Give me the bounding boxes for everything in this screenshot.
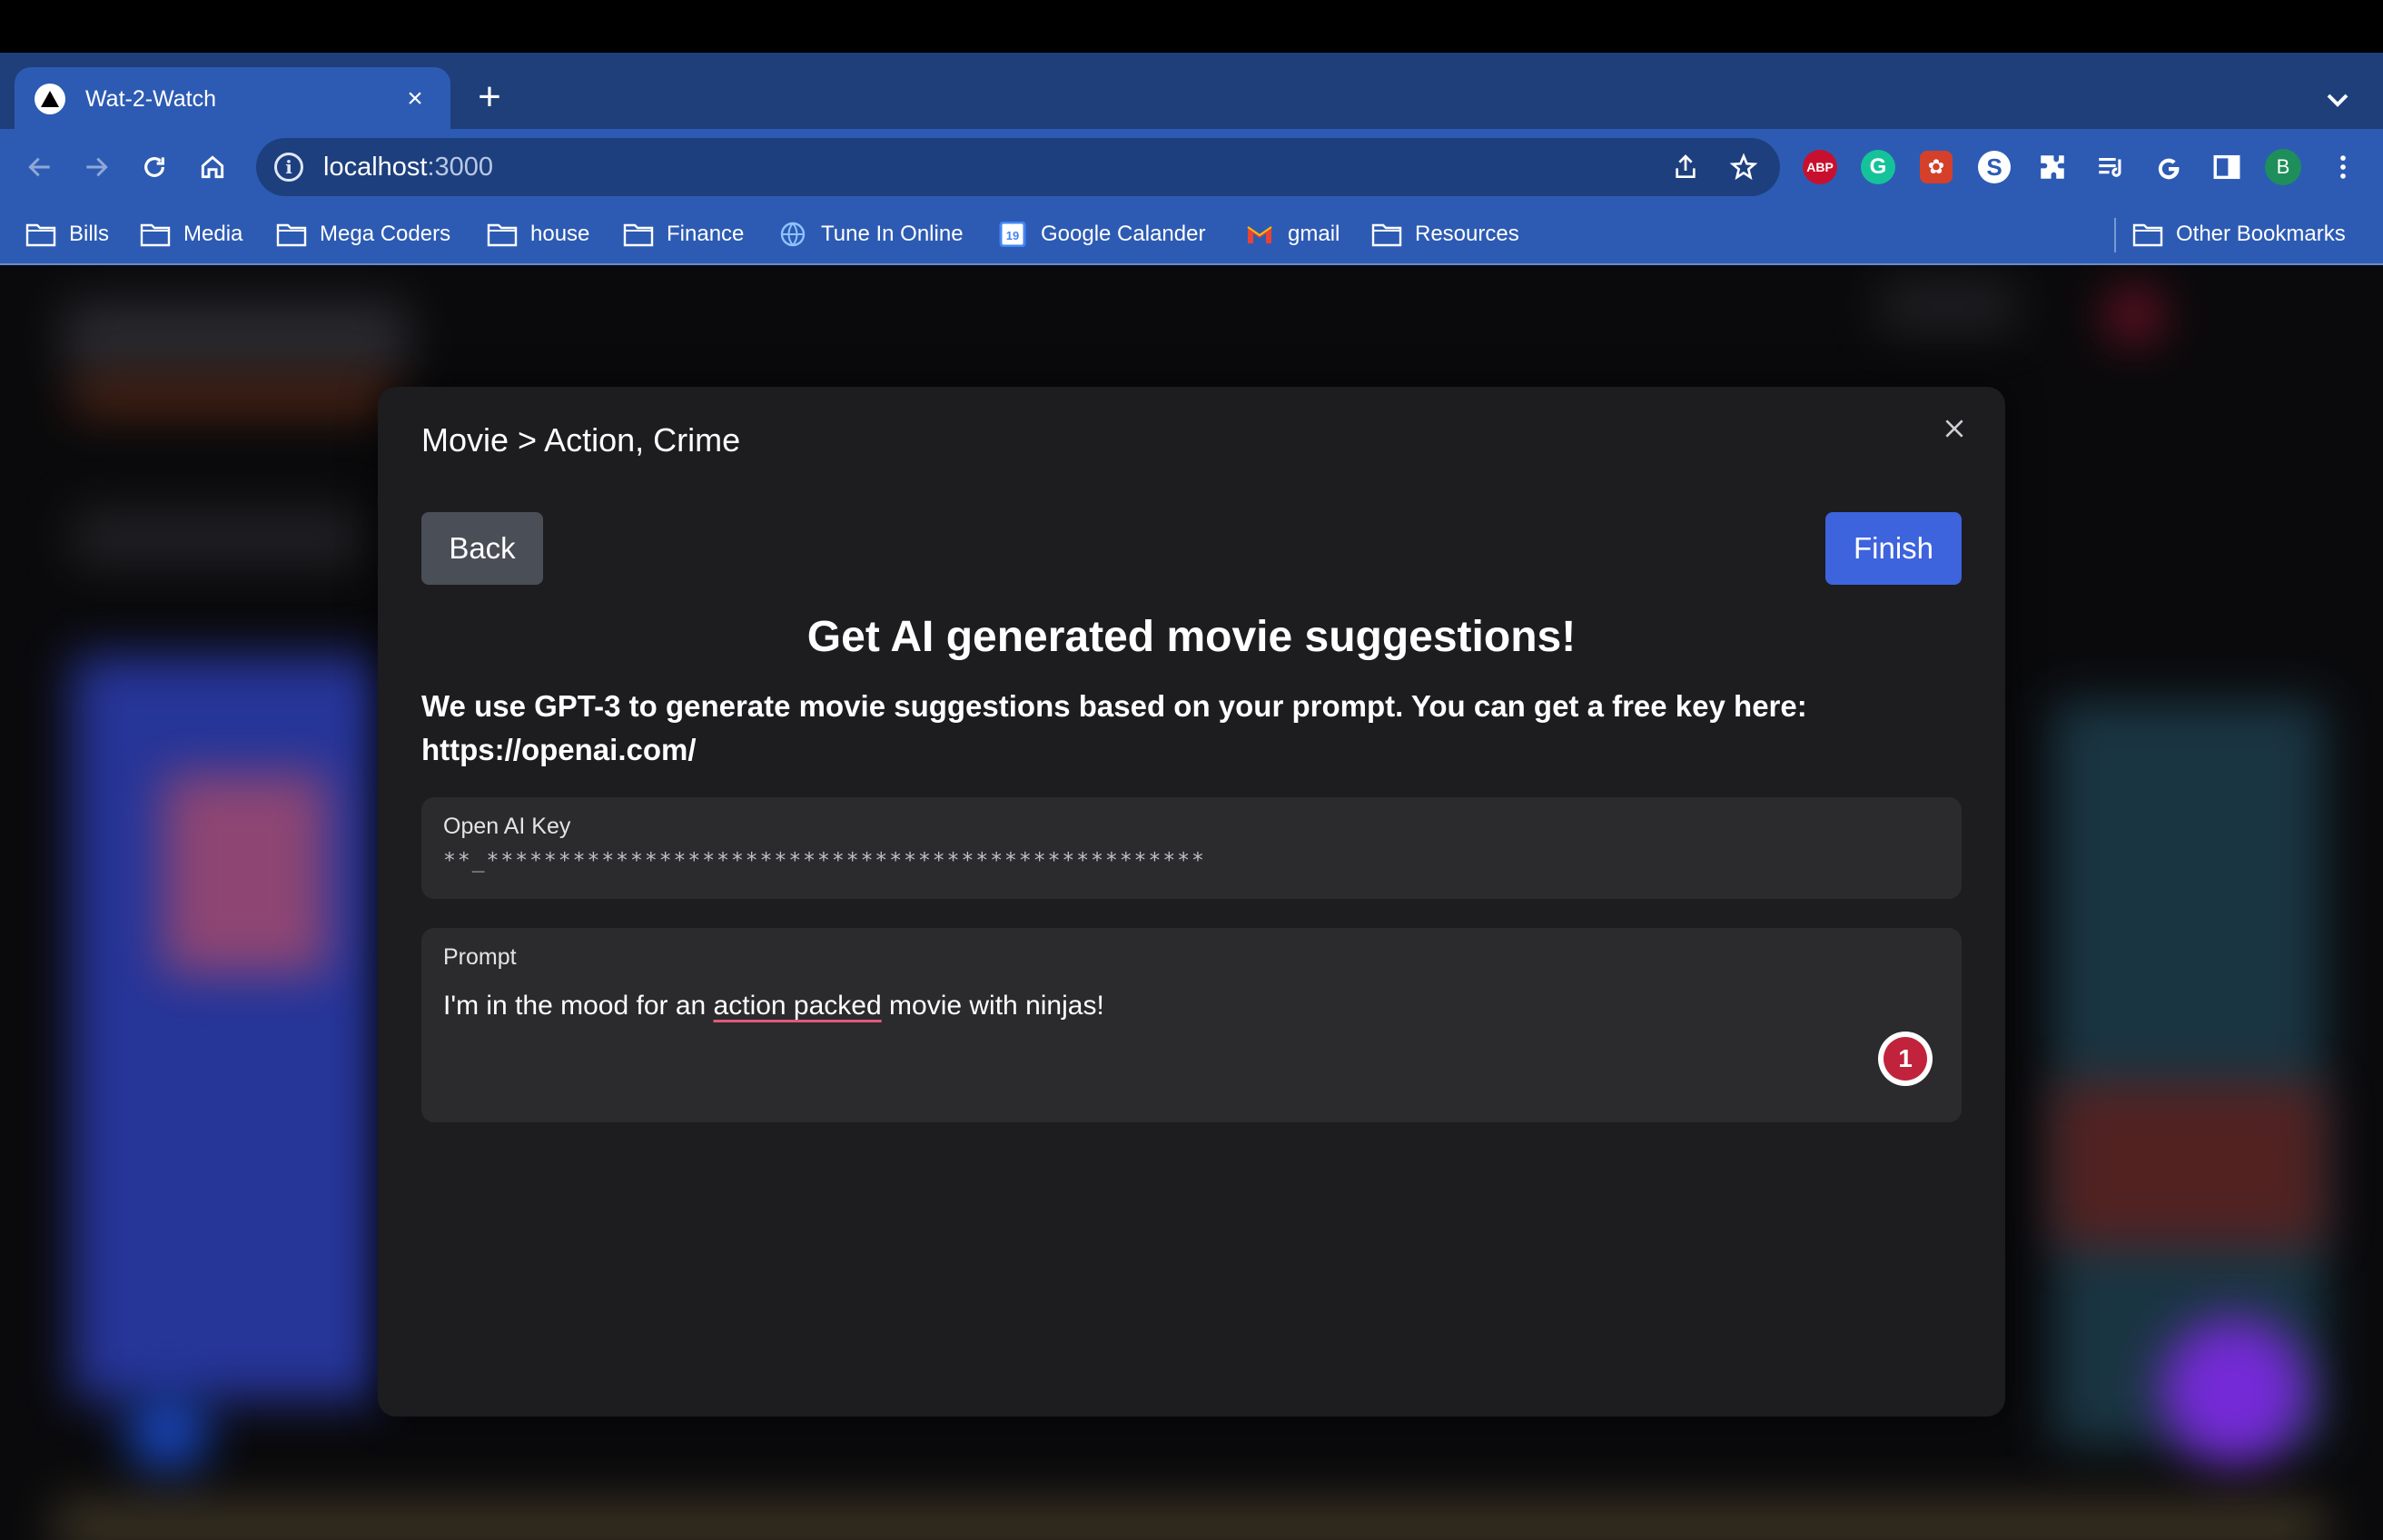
globe-icon xyxy=(777,222,808,247)
reload-icon[interactable] xyxy=(133,145,176,189)
issue-count: 1 xyxy=(1884,1037,1927,1081)
back-arrow-icon[interactable] xyxy=(18,145,62,189)
bookmark-google-calendar[interactable]: 19 Google Calander xyxy=(997,216,1205,252)
finish-button[interactable]: Finish xyxy=(1825,512,1962,585)
tab-title: Wat-2-Watch xyxy=(85,85,216,112)
profile-avatar[interactable]: B xyxy=(2265,149,2301,185)
folder-icon xyxy=(2132,222,2163,247)
forward-arrow-icon[interactable] xyxy=(74,145,118,189)
openai-key-input[interactable]: **_*************************************… xyxy=(443,849,1940,873)
folder-icon xyxy=(1371,222,1402,247)
site-info-icon[interactable]: i xyxy=(274,153,303,182)
window-titlebar xyxy=(0,0,2383,53)
gmail-icon xyxy=(1244,222,1275,247)
blurred-poster-right-detail xyxy=(2052,1082,2325,1246)
folder-icon xyxy=(487,222,518,247)
site-favicon-icon xyxy=(35,84,65,114)
close-icon[interactable] xyxy=(1933,407,1976,450)
ai-suggestions-modal: Movie > Action, Crime Back Finish Get AI… xyxy=(378,387,2005,1417)
openai-key-field[interactable]: Open AI Key **_*************************… xyxy=(421,797,1962,899)
folder-icon xyxy=(25,222,56,247)
menu-kebab-icon[interactable] xyxy=(2323,147,2363,187)
address-bar[interactable]: i localhost:3000 xyxy=(256,138,1780,196)
back-button[interactable]: Back xyxy=(421,512,543,585)
home-icon[interactable] xyxy=(191,145,234,189)
grammarly-issue-badge[interactable]: 1 xyxy=(1878,1032,1933,1086)
blurred-heading xyxy=(73,510,363,565)
new-tab-button[interactable]: + xyxy=(467,74,512,120)
calendar-icon: 19 xyxy=(997,222,1028,247)
bookmarks-separator xyxy=(2114,218,2116,252)
bookmark-mega-coders[interactable]: Mega Coders xyxy=(276,216,450,252)
grammarly-extension-icon[interactable]: G xyxy=(1858,147,1898,187)
blurred-bottom-row xyxy=(54,1500,2325,1540)
share-icon[interactable] xyxy=(1667,149,1704,185)
spellcheck-flagged-text[interactable]: action packed xyxy=(714,991,882,1021)
blurred-fab xyxy=(2161,1318,2307,1464)
blurred-strip xyxy=(73,383,400,410)
bookmark-tune-in-online[interactable]: Tune In Online xyxy=(777,216,964,252)
bookmark-finance[interactable]: Finance xyxy=(623,216,744,252)
tab-close-icon[interactable]: × xyxy=(400,84,430,114)
blurred-avatar xyxy=(127,1391,209,1473)
blurred-poster-left xyxy=(73,656,381,1400)
bookmark-house[interactable]: house xyxy=(487,216,589,252)
openai-key-label: Open AI Key xyxy=(443,814,571,839)
blurred-logo xyxy=(64,301,409,374)
folder-icon xyxy=(140,222,171,247)
bookmark-bills[interactable]: Bills xyxy=(25,216,109,252)
bookmark-resources[interactable]: Resources xyxy=(1371,216,1519,252)
blurred-poster-left-detail xyxy=(163,774,327,973)
bookmark-other-bookmarks[interactable]: Other Bookmarks xyxy=(2132,216,2346,252)
tab-search-chevron-icon[interactable] xyxy=(2319,82,2356,118)
s-extension-icon[interactable]: S xyxy=(1974,147,2014,187)
google-g-icon[interactable] xyxy=(2149,147,2189,187)
prompt-label: Prompt xyxy=(443,944,517,970)
page-title: Get AI generated movie suggestions! xyxy=(806,613,1577,661)
extensions-puzzle-icon[interactable] xyxy=(2032,147,2072,187)
prompt-field[interactable]: Prompt I'm in the mood for an action pac… xyxy=(421,928,1962,1122)
gift-extension-icon[interactable]: ✿ xyxy=(1916,147,1956,187)
blurred-nav-item xyxy=(1880,283,2016,329)
browser-toolbar: i localhost:3000 ABP G ✿ S B xyxy=(0,129,2383,205)
folder-icon xyxy=(276,222,307,247)
bookmark-media[interactable]: Media xyxy=(140,216,242,252)
description-text: We use GPT-3 to generate movie suggestio… xyxy=(421,689,1807,766)
svg-text:19: 19 xyxy=(1006,229,1019,242)
browser-tab-active[interactable]: Wat-2-Watch × xyxy=(15,67,450,131)
bookmark-star-icon[interactable] xyxy=(1725,149,1762,185)
prompt-textarea[interactable]: I'm in the mood for an action packed mov… xyxy=(443,991,1940,1022)
media-queue-icon[interactable] xyxy=(2091,147,2131,187)
url-text[interactable]: localhost:3000 xyxy=(323,153,1646,183)
blurred-nav-badge xyxy=(2107,288,2161,342)
folder-icon xyxy=(623,222,654,247)
tab-strip: Wat-2-Watch × + xyxy=(0,53,2383,131)
adblock-extension-icon[interactable]: ABP xyxy=(1800,147,1840,187)
bookmarks-bar: Bills Media Mega Coders house Finance Tu… xyxy=(0,205,2383,265)
bookmark-gmail[interactable]: gmail xyxy=(1244,216,1340,252)
modal-breadcrumb: Movie > Action, Crime xyxy=(421,421,741,459)
side-panel-icon[interactable] xyxy=(2207,147,2247,187)
